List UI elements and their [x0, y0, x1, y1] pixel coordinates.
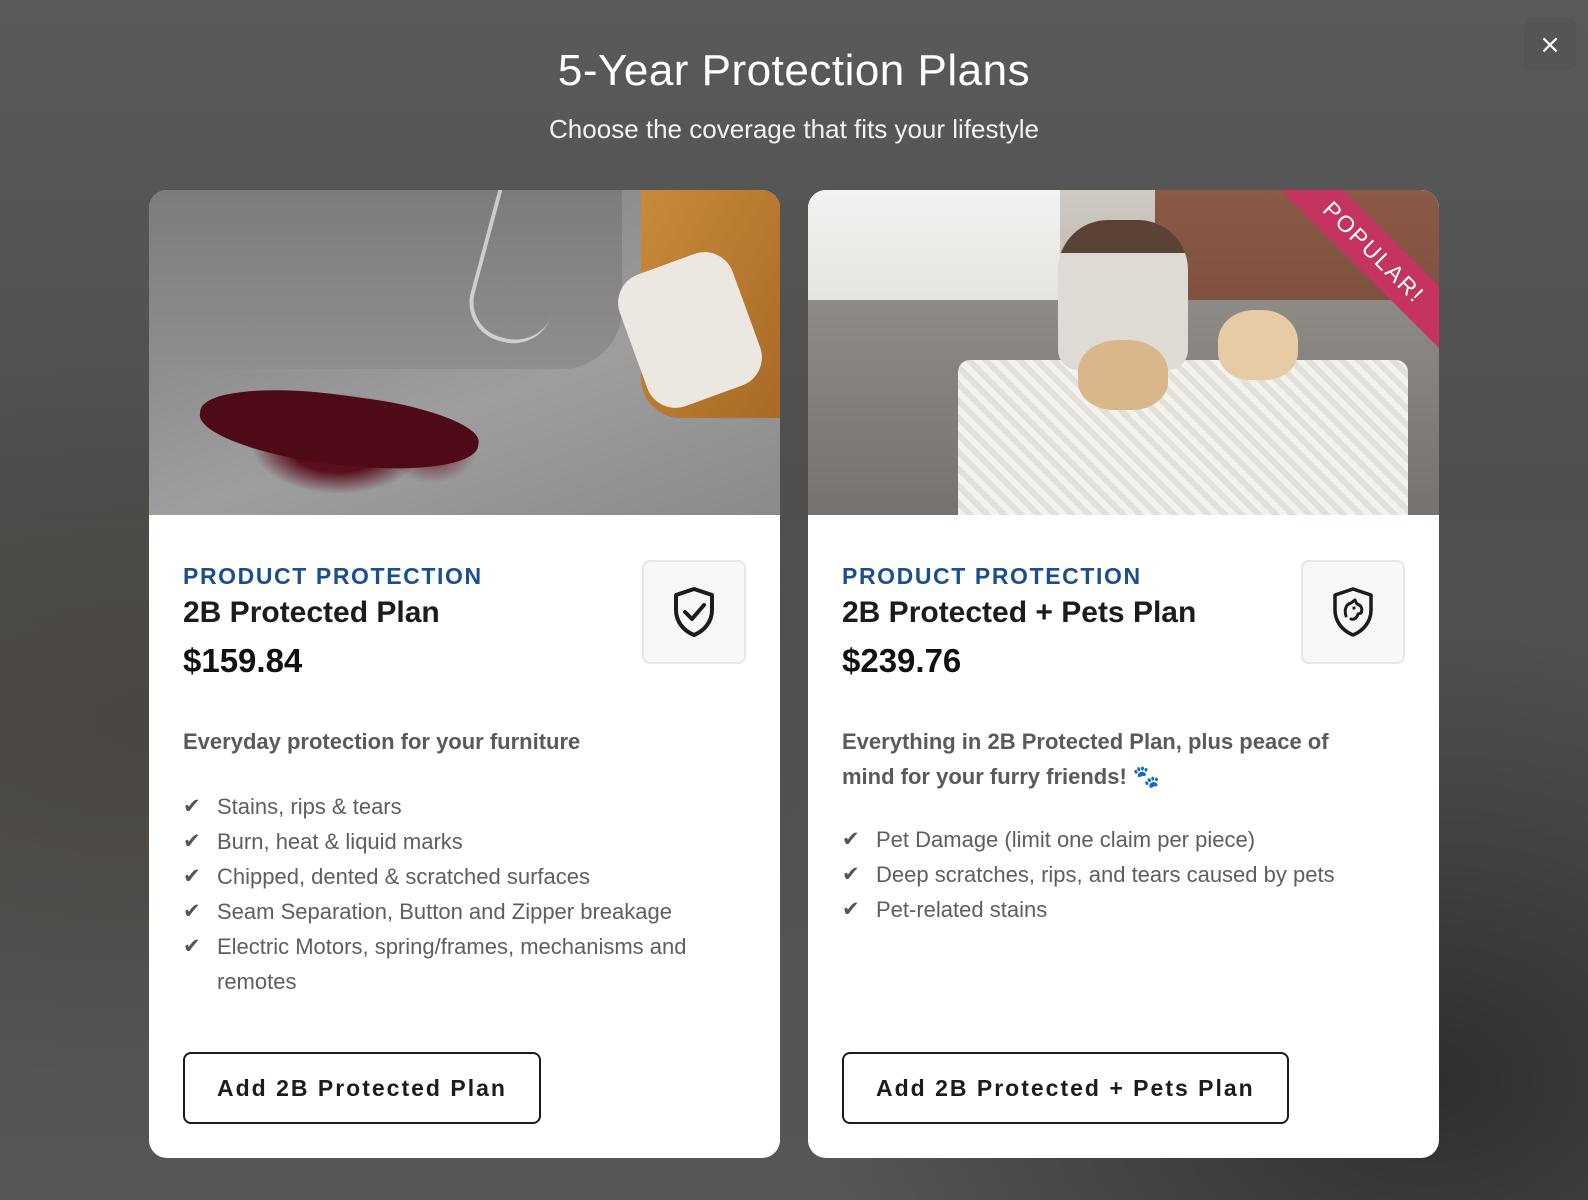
list-item: ✔ Seam Separation, Button and Zipper brea… [183, 894, 717, 929]
modal-title: 5-Year Protection Plans [557, 46, 1031, 95]
check-icon: ✔ [183, 829, 201, 853]
check-icon: ✔ [183, 934, 201, 958]
wine-spill-image [149, 190, 780, 515]
feature-list: ✔ Stains, rips & tears ✔ Burn, heat & liqu… [183, 789, 746, 999]
check-icon: ✔ [842, 862, 860, 886]
shield-check-icon [642, 560, 746, 664]
list-item: ✔ Stains, rips & tears [183, 789, 717, 824]
list-item: ✔ Electric Motors, spring/frames, mechani… [183, 929, 717, 999]
plan-card-pets: POPULAR! PRODUCT PROTECTION 2B Protected… [808, 190, 1439, 1158]
check-icon: ✔ [842, 897, 860, 921]
add-protected-plan-button[interactable]: Add 2B Protected Plan [183, 1052, 541, 1124]
check-icon: ✔ [842, 827, 860, 851]
feature-list: ✔ Pet Damage (limit one claim per piece) … [842, 822, 1405, 927]
list-item: ✔ Pet-related stains [842, 892, 1405, 927]
pets-on-sofa-image: POPULAR! [808, 190, 1439, 515]
list-item: ✔ Chipped, dented & scratched surfaces [183, 859, 717, 894]
shield-pet-icon [1301, 560, 1405, 664]
modal-subtitle: Choose the coverage that fits your lifes… [549, 114, 1039, 144]
check-icon: ✔ [183, 794, 201, 818]
plan-description: Everyday protection for your furniture [183, 729, 581, 754]
add-pets-plan-button[interactable]: Add 2B Protected + Pets Plan [842, 1052, 1289, 1124]
list-item: ✔ Deep scratches, rips, and tears caused … [842, 857, 1405, 892]
list-item: ✔ Burn, heat & liquid marks [183, 824, 717, 859]
plan-description: Everything in 2B Protected Plan, plus pe… [842, 729, 1329, 789]
check-icon: ✔ [183, 864, 201, 888]
plan-card-protected: PRODUCT PROTECTION 2B Protected Plan $15… [149, 190, 780, 1158]
check-icon: ✔ [183, 899, 201, 923]
list-item: ✔ Pet Damage (limit one claim per piece) [842, 822, 1405, 857]
